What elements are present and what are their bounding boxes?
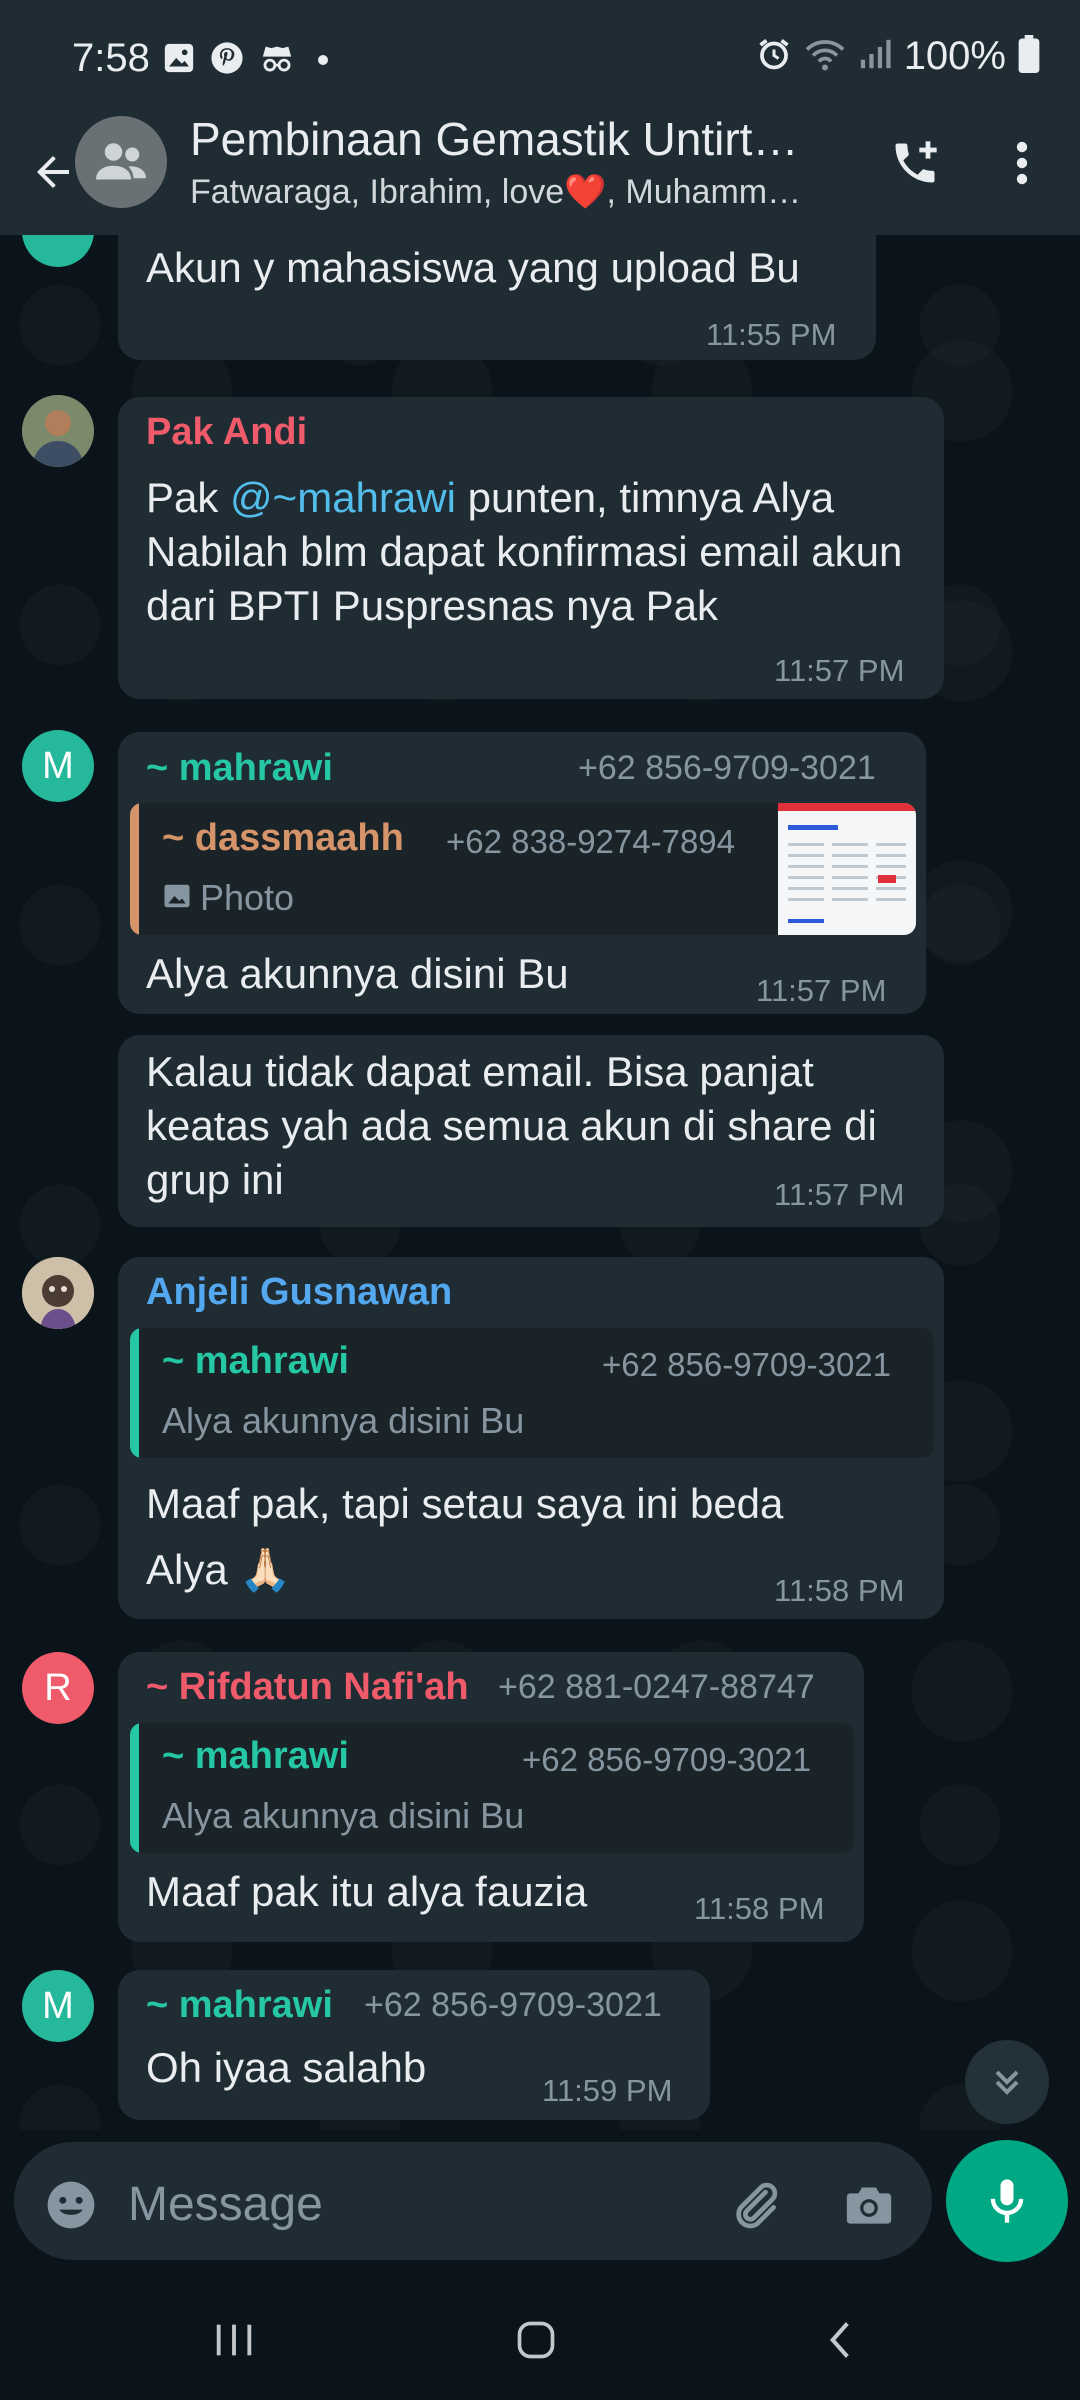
avatar-anjeli-gusnawan[interactable] <box>22 1257 94 1329</box>
quote-sender-phone: +62 856-9709-3021 <box>602 1346 892 1383</box>
message-time: 11:58 PM <box>694 1891 825 1926</box>
signal-icon <box>858 37 892 76</box>
quote-accent-bar <box>130 1723 139 1853</box>
sender-name[interactable]: ~ Rifdatun Nafi'ah <box>146 1666 469 1709</box>
scroll-to-bottom-button[interactable] <box>965 2040 1049 2124</box>
quote-accent-bar <box>130 803 139 935</box>
sender-name[interactable]: Anjeli Gusnawan <box>146 1271 452 1314</box>
message-input[interactable] <box>126 2168 690 2240</box>
quote-sender: ~ mahrawi <box>162 1340 349 1382</box>
chat-participants[interactable]: Fatwaraga, Ibrahim, love❤️, Muhamm… <box>190 172 840 212</box>
quote-sender-phone: +62 838-9274-7894 <box>446 823 736 860</box>
message-time: 11:57 PM <box>756 973 887 1008</box>
more-notifications-dot <box>318 55 328 65</box>
overflow-menu-button[interactable] <box>990 128 1054 198</box>
quote-accent-bar <box>130 1328 139 1458</box>
message-text: Oh iyaa salahb <box>146 2044 427 2091</box>
avatar-letter[interactable]: M <box>22 730 94 802</box>
quote-sender-phone: +62 856-9709-3021 <box>522 1741 812 1778</box>
emoji-icon <box>47 2181 95 2229</box>
battery-icon <box>1018 35 1040 78</box>
profile-photo <box>22 1257 94 1329</box>
message-text: Akun y mahasiswa yang upload Bu <box>146 244 800 291</box>
emoji-button[interactable] <box>38 2172 104 2238</box>
pinterest-icon <box>210 41 244 80</box>
chat-title[interactable]: Pembinaan Gemastik Untirt… <box>190 112 830 166</box>
microphone-icon <box>990 2179 1024 2223</box>
avatar-letter[interactable]: R <box>22 1652 94 1724</box>
group-icon <box>96 143 146 180</box>
recent-apps-button[interactable] <box>184 2300 284 2380</box>
system-navigation-bar <box>0 2280 1080 2400</box>
battery-percent: 100% <box>903 34 1006 78</box>
sender-phone: +62 856-9709-3021 <box>578 749 876 787</box>
quote-text: Alya akunnya disini Bu <box>162 1400 525 1441</box>
gallery-icon <box>162 41 196 80</box>
quoted-message[interactable]: ~ mahrawi +62 856-9709-3021 Alya akunnya… <box>130 1723 854 1853</box>
group-avatar[interactable] <box>75 116 167 208</box>
sender-name[interactable]: Pak Andi <box>146 411 307 454</box>
phone-add-icon <box>895 141 937 183</box>
message-list[interactable]: Akun y mahasiswa yang upload Bu 11:55 PM… <box>0 235 1080 2130</box>
sender-phone: +62 881-0247-88747 <box>498 1668 815 1706</box>
photo-icon <box>162 881 192 916</box>
attach-button[interactable] <box>720 2170 790 2240</box>
double-chevron-down-icon <box>995 2070 1019 2095</box>
quoted-message[interactable]: ~ mahrawi +62 856-9709-3021 Alya akunnya… <box>130 1328 934 1458</box>
nav-back-icon <box>829 2322 849 2358</box>
camera-icon <box>846 2187 892 2224</box>
voice-message-button[interactable] <box>946 2140 1068 2262</box>
more-vertical-icon <box>1016 141 1028 185</box>
status-notification-icons <box>162 40 328 80</box>
home-icon <box>517 2321 555 2359</box>
partial-avatar <box>22 235 94 267</box>
quoted-message[interactable]: ~ dassmaahh +62 838-9274-7894 Photo <box>130 803 916 935</box>
status-system-icons: 100% <box>756 34 1040 79</box>
status-time: 7:58 <box>72 36 150 80</box>
sender-name[interactable]: ~ mahrawi <box>146 747 333 790</box>
incognito-icon <box>258 41 296 80</box>
message-time: 11:57 PM <box>774 1177 905 1212</box>
nav-back-button[interactable] <box>790 2300 890 2380</box>
quote-sender: ~ dassmaahh <box>162 817 404 859</box>
mention-link[interactable]: @~mahrawi <box>230 474 456 521</box>
message-time: 11:57 PM <box>774 653 905 688</box>
quote-text: Alya akunnya disini Bu <box>162 1795 525 1836</box>
sender-name[interactable]: ~ mahrawi <box>146 1984 333 2027</box>
avatar-letter[interactable]: M <box>22 1970 94 2042</box>
message-time: 11:55 PM <box>706 317 837 352</box>
message-text: Alya akunnya disini Bu <box>146 950 569 997</box>
quote-sender: ~ mahrawi <box>162 1735 349 1777</box>
sender-phone: +62 856-9709-3021 <box>364 1986 662 2024</box>
paperclip-icon <box>736 2182 778 2229</box>
alarm-icon <box>756 36 792 77</box>
recent-apps-icon <box>216 2324 252 2356</box>
message-time: 11:59 PM <box>542 2073 673 2108</box>
quote-photo-thumbnail <box>778 803 916 935</box>
avatar-pak-andi[interactable] <box>22 395 94 467</box>
camera-button[interactable] <box>834 2170 904 2240</box>
message-text: Pak @~mahrawi punten, timnya Alya Nabila… <box>146 474 903 629</box>
profile-photo <box>22 395 94 467</box>
message-text: Maaf pak, tapi setau saya ini beda Alya … <box>146 1480 784 1593</box>
message-text: Maaf pak itu alya fauzia <box>146 1868 588 1915</box>
add-call-button[interactable] <box>880 128 950 198</box>
status-bar: 7:58 100% <box>0 0 1080 110</box>
quote-text: Photo <box>200 877 295 918</box>
wifi-icon <box>804 36 846 77</box>
arrow-back-icon <box>37 156 69 188</box>
message-time: 11:58 PM <box>774 1573 905 1608</box>
home-button[interactable] <box>486 2300 586 2380</box>
